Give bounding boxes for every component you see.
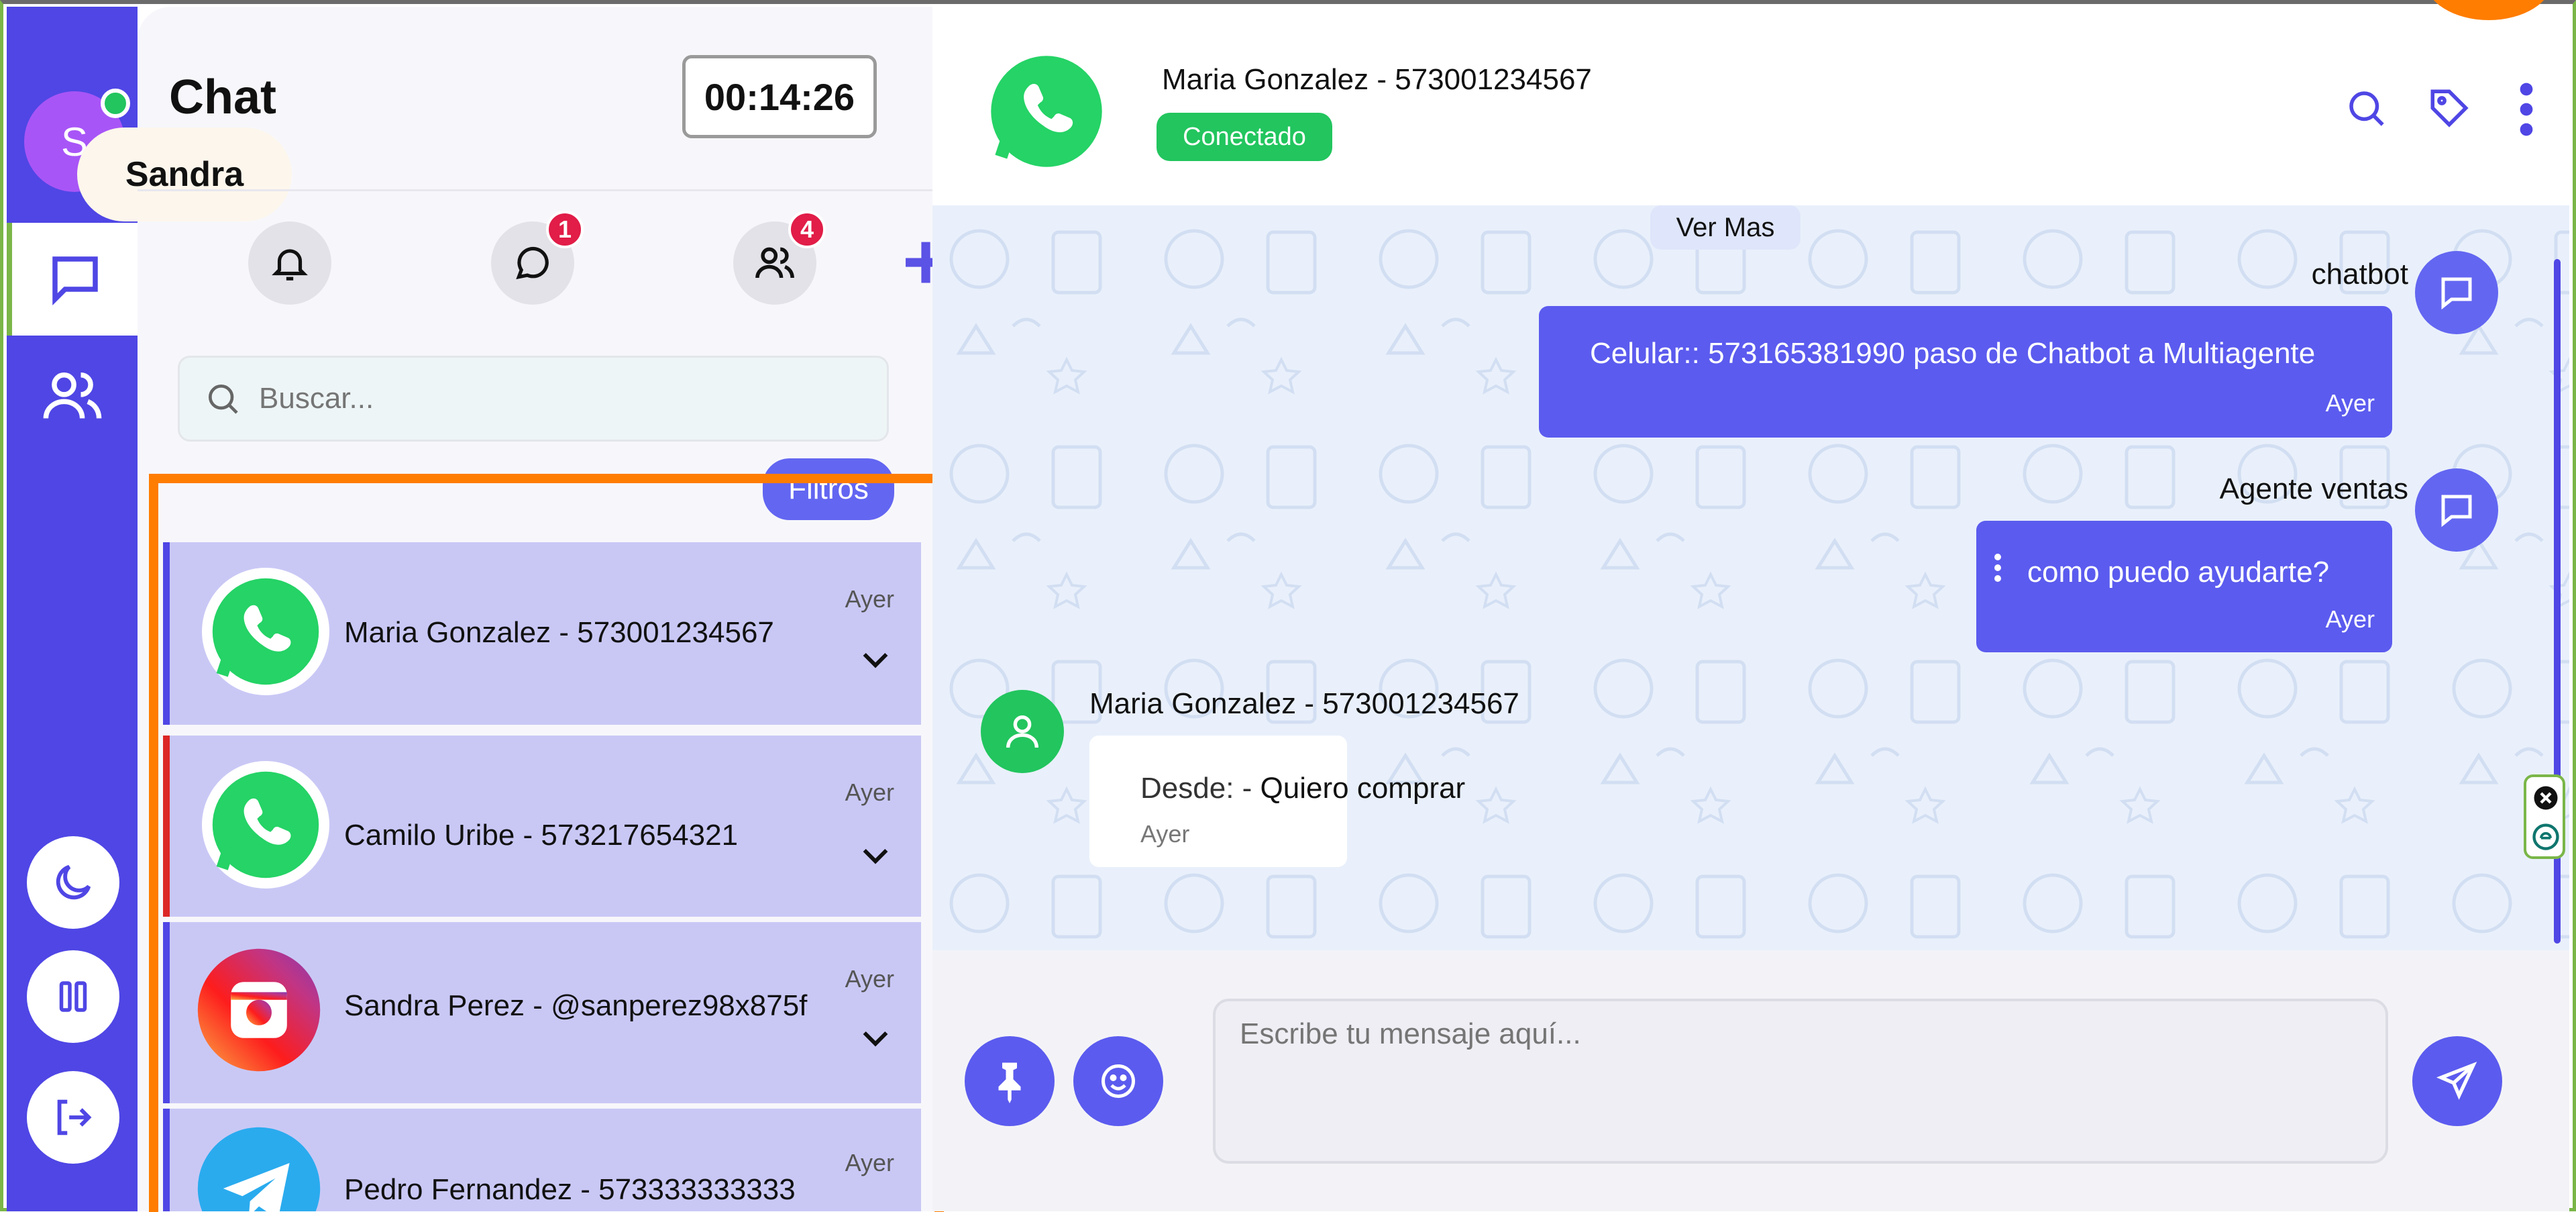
- chat-widget-icon[interactable]: [2532, 823, 2560, 851]
- search-box: [178, 356, 889, 442]
- see-more-button[interactable]: Ver Mas: [1650, 205, 1801, 250]
- pin-icon: [998, 1062, 1021, 1103]
- close-circle-icon[interactable]: [2532, 784, 2560, 812]
- incoming-message: Desde: - Quiero comprar Ayer: [1089, 736, 1465, 867]
- online-status-dot: [101, 89, 130, 118]
- conversation-header: Maria Gonzalez - 573001234567 Conectado: [932, 7, 2569, 207]
- send-button[interactable]: [2412, 1036, 2502, 1126]
- pin-button[interactable]: [965, 1036, 1055, 1126]
- pause-button[interactable]: [27, 950, 119, 1043]
- page-title: Chat: [169, 70, 276, 124]
- message-circle-icon: [516, 246, 549, 280]
- message-area: Ver Mas chatbot Celular:: 573165381990 p…: [932, 205, 2569, 950]
- search-icon: [209, 385, 238, 414]
- connection-status-badge: Conectado: [1157, 113, 1332, 161]
- message-text: Quiero comprar: [1260, 772, 1466, 805]
- message-input[interactable]: [1213, 999, 2388, 1164]
- contact-avatar: [981, 690, 1064, 773]
- highlight-box: [149, 474, 944, 1212]
- divider: [138, 189, 932, 191]
- message-composer: [932, 950, 2569, 1211]
- contact-name: Maria Gonzalez - 573001234567: [1162, 63, 1592, 96]
- nav-chat[interactable]: [7, 223, 138, 336]
- pause-icon: [59, 981, 87, 1012]
- search-icon[interactable]: [2344, 86, 2388, 130]
- notifications-button[interactable]: [248, 221, 331, 305]
- outgoing-message: como puedo ayudarte? Ayer: [1976, 521, 2392, 652]
- side-widget[interactable]: [2524, 774, 2565, 859]
- users-icon: [43, 372, 101, 419]
- message-time: Ayer: [1140, 820, 1190, 848]
- more-vertical-icon[interactable]: [2513, 79, 2540, 140]
- sender-label: Maria Gonzalez - 573001234567: [1089, 687, 1519, 720]
- nav-contacts[interactable]: [7, 342, 138, 450]
- moon-icon: [56, 864, 91, 900]
- bell-icon: [272, 249, 308, 281]
- emoji-button[interactable]: [1073, 1036, 1163, 1126]
- smile-icon: [1102, 1064, 1135, 1098]
- outgoing-message: Celular:: 573165381990 paso de Chatbot a…: [1539, 306, 2392, 438]
- message-text: como puedo ayudarte?: [2027, 556, 2330, 589]
- user-icon: [1006, 715, 1038, 748]
- whatsapp-icon: [991, 56, 1102, 167]
- message-separator: -: [1242, 772, 1252, 805]
- logout-button[interactable]: [27, 1071, 119, 1164]
- sender-label: chatbot: [2311, 258, 2408, 291]
- session-timer: 00:14:26: [682, 55, 877, 138]
- more-vertical-icon[interactable]: [1991, 548, 2004, 588]
- message-square-icon: [2441, 495, 2472, 527]
- agent-avatar: [2415, 468, 2498, 552]
- send-icon: [2436, 1062, 2477, 1100]
- message-square-icon: [2441, 277, 2472, 310]
- unread-chats-badge: 1: [546, 211, 584, 248]
- message-text: Celular:: 573165381990 paso de Chatbot a…: [1590, 337, 2316, 370]
- bot-avatar: [2415, 251, 2498, 334]
- dark-mode-button[interactable]: [27, 836, 119, 929]
- message-time: Ayer: [2325, 605, 2375, 633]
- contacts-badge: 4: [788, 211, 826, 248]
- user-name-tooltip: Sandra: [77, 128, 292, 221]
- chats-filter-button[interactable]: 1: [491, 211, 584, 305]
- contacts-filter-button[interactable]: 4: [733, 211, 826, 305]
- tag-icon[interactable]: [2427, 86, 2471, 130]
- users-icon: [755, 247, 794, 279]
- logout-icon: [57, 1099, 92, 1135]
- message-from-label: Desde:: [1140, 772, 1234, 805]
- chat-icon: [52, 256, 98, 306]
- search-input[interactable]: [258, 381, 864, 416]
- sender-label: Agente ventas: [2219, 472, 2408, 505]
- message-time: Ayer: [2325, 389, 2375, 417]
